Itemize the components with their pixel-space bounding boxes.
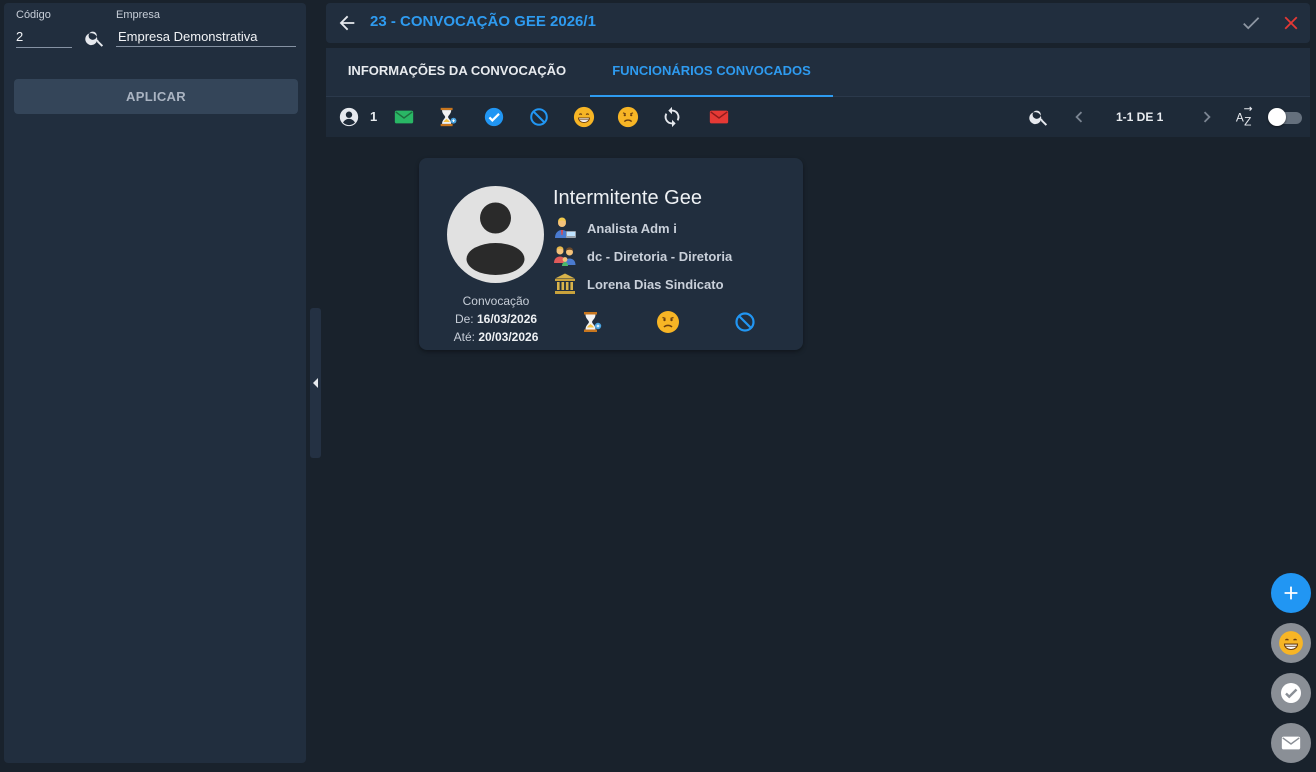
- date-from: De: 16/03/2026: [435, 312, 557, 326]
- chevron-right-icon: [1203, 111, 1211, 123]
- avatar: [447, 186, 544, 283]
- grin-emoji-icon: [1279, 631, 1303, 655]
- close-button[interactable]: [1280, 12, 1302, 34]
- envelope-icon: [1281, 736, 1301, 750]
- filter-sent-button[interactable]: [393, 106, 415, 128]
- role-row: Analista Adm i: [553, 216, 677, 240]
- person-placeholder-icon: [466, 202, 525, 275]
- filter-accepted-button[interactable]: [483, 106, 505, 128]
- date-from-label: De:: [454, 312, 474, 326]
- union-row: Lorena Dias Sindicato: [553, 272, 724, 296]
- card-pending-button[interactable]: [580, 310, 604, 334]
- tabs-bar: INFORMAÇÕES DA CONVOCAÇÃO FUNCIONÁRIOS C…: [326, 48, 1310, 97]
- date-to-label: Até:: [453, 330, 475, 344]
- sort-az-icon: AZ: [1236, 106, 1253, 128]
- tab-funcionarios[interactable]: FUNCIONÁRIOS CONVOCADOS: [590, 48, 833, 97]
- person-icon: [339, 107, 359, 127]
- next-page-button[interactable]: [1196, 106, 1218, 128]
- codigo-input[interactable]: 2: [16, 27, 72, 48]
- employee-department: dc - Diretoria - Diretoria: [587, 248, 733, 264]
- office-worker-icon: [555, 217, 576, 238]
- collapse-left-icon: [313, 378, 318, 388]
- date-to: Até: 20/03/2026: [435, 330, 557, 344]
- prev-page-button[interactable]: [1068, 106, 1090, 128]
- apply-button[interactable]: APLICAR: [14, 79, 298, 114]
- back-button[interactable]: [336, 12, 358, 34]
- filter-panel: Código 2 Empresa Empresa Demonstrativa A…: [4, 3, 306, 763]
- employee-card[interactable]: Convocação De: 16/03/2026 Até: 20/03/202…: [419, 158, 803, 350]
- card-block-button[interactable]: [733, 310, 757, 334]
- check-icon: [1243, 17, 1260, 30]
- email-fab-button[interactable]: [1271, 723, 1311, 763]
- header-bar: 23 - CONVOCAÇÃO GEE 2026/1: [326, 3, 1310, 43]
- codigo-label: Código: [16, 9, 51, 21]
- empresa-input[interactable]: Empresa Demonstrativa: [116, 27, 296, 47]
- employee-count: 1: [370, 109, 378, 124]
- sad-emoji-icon: [617, 106, 639, 128]
- employee-role: Analista Adm i: [587, 220, 677, 236]
- date-to-value: 20/03/2026: [478, 330, 539, 344]
- envelope-green-icon: [394, 110, 414, 124]
- filter-refused-button[interactable]: [528, 106, 550, 128]
- refresh-icon: [664, 106, 680, 128]
- check-circle-icon: [1281, 683, 1301, 703]
- view-toggle-switch[interactable]: [1268, 108, 1302, 126]
- toolbar: 1 1-1 DE 1 AZ: [326, 97, 1310, 137]
- people-group-icon: [554, 246, 576, 266]
- refresh-button[interactable]: [661, 106, 683, 128]
- filter-happy-button[interactable]: [573, 106, 595, 128]
- hourglass-icon: [584, 312, 602, 332]
- search-empresa-button[interactable]: [84, 27, 106, 49]
- page-title: 23 - CONVOCAÇÃO GEE 2026/1: [370, 13, 596, 30]
- block-icon: [530, 108, 548, 126]
- envelope-red-icon: [709, 110, 729, 124]
- send-email-button[interactable]: [708, 106, 730, 128]
- bank-building-icon: [555, 273, 575, 294]
- search-icon: [85, 31, 104, 47]
- toggle-knob: [1268, 108, 1286, 126]
- chevron-left-icon: [1075, 111, 1083, 123]
- panel-collapse-handle[interactable]: [310, 308, 321, 458]
- employee-union: Lorena Dias Sindicato: [587, 276, 724, 292]
- grin-emoji-icon: [573, 106, 595, 128]
- add-fab-button[interactable]: [1271, 573, 1311, 613]
- happy-fab-button[interactable]: [1271, 623, 1311, 663]
- pagination-text: 1-1 DE 1: [1116, 110, 1164, 124]
- employee-name: Intermitente Gee: [553, 187, 702, 209]
- svg-text:Z: Z: [1244, 114, 1251, 128]
- empresa-label: Empresa: [116, 9, 161, 21]
- block-icon: [735, 312, 755, 332]
- filter-all-button[interactable]: [338, 106, 360, 128]
- hourglass-icon: [440, 107, 457, 127]
- close-icon: [1284, 16, 1298, 30]
- filter-sad-button[interactable]: [617, 106, 639, 128]
- search-button[interactable]: [1028, 106, 1050, 128]
- convocacao-label: Convocação: [462, 294, 530, 308]
- filter-pending-button[interactable]: [437, 106, 459, 128]
- plus-icon: [1284, 586, 1298, 600]
- card-sad-button[interactable]: [656, 310, 680, 334]
- sort-button[interactable]: AZ: [1235, 106, 1257, 128]
- accept-fab-button[interactable]: [1271, 673, 1311, 713]
- tab-informacoes[interactable]: INFORMAÇÕES DA CONVOCAÇÃO: [326, 48, 588, 95]
- arrow-left-icon: [339, 15, 355, 31]
- sad-emoji-icon: [657, 311, 679, 333]
- department-row: dc - Diretoria - Diretoria: [553, 244, 732, 268]
- search-icon: [1029, 110, 1048, 126]
- svg-text:A: A: [1236, 111, 1244, 125]
- date-from-value: 16/03/2026: [476, 312, 538, 326]
- confirm-button[interactable]: [1240, 12, 1262, 34]
- check-circle-icon: [484, 107, 504, 127]
